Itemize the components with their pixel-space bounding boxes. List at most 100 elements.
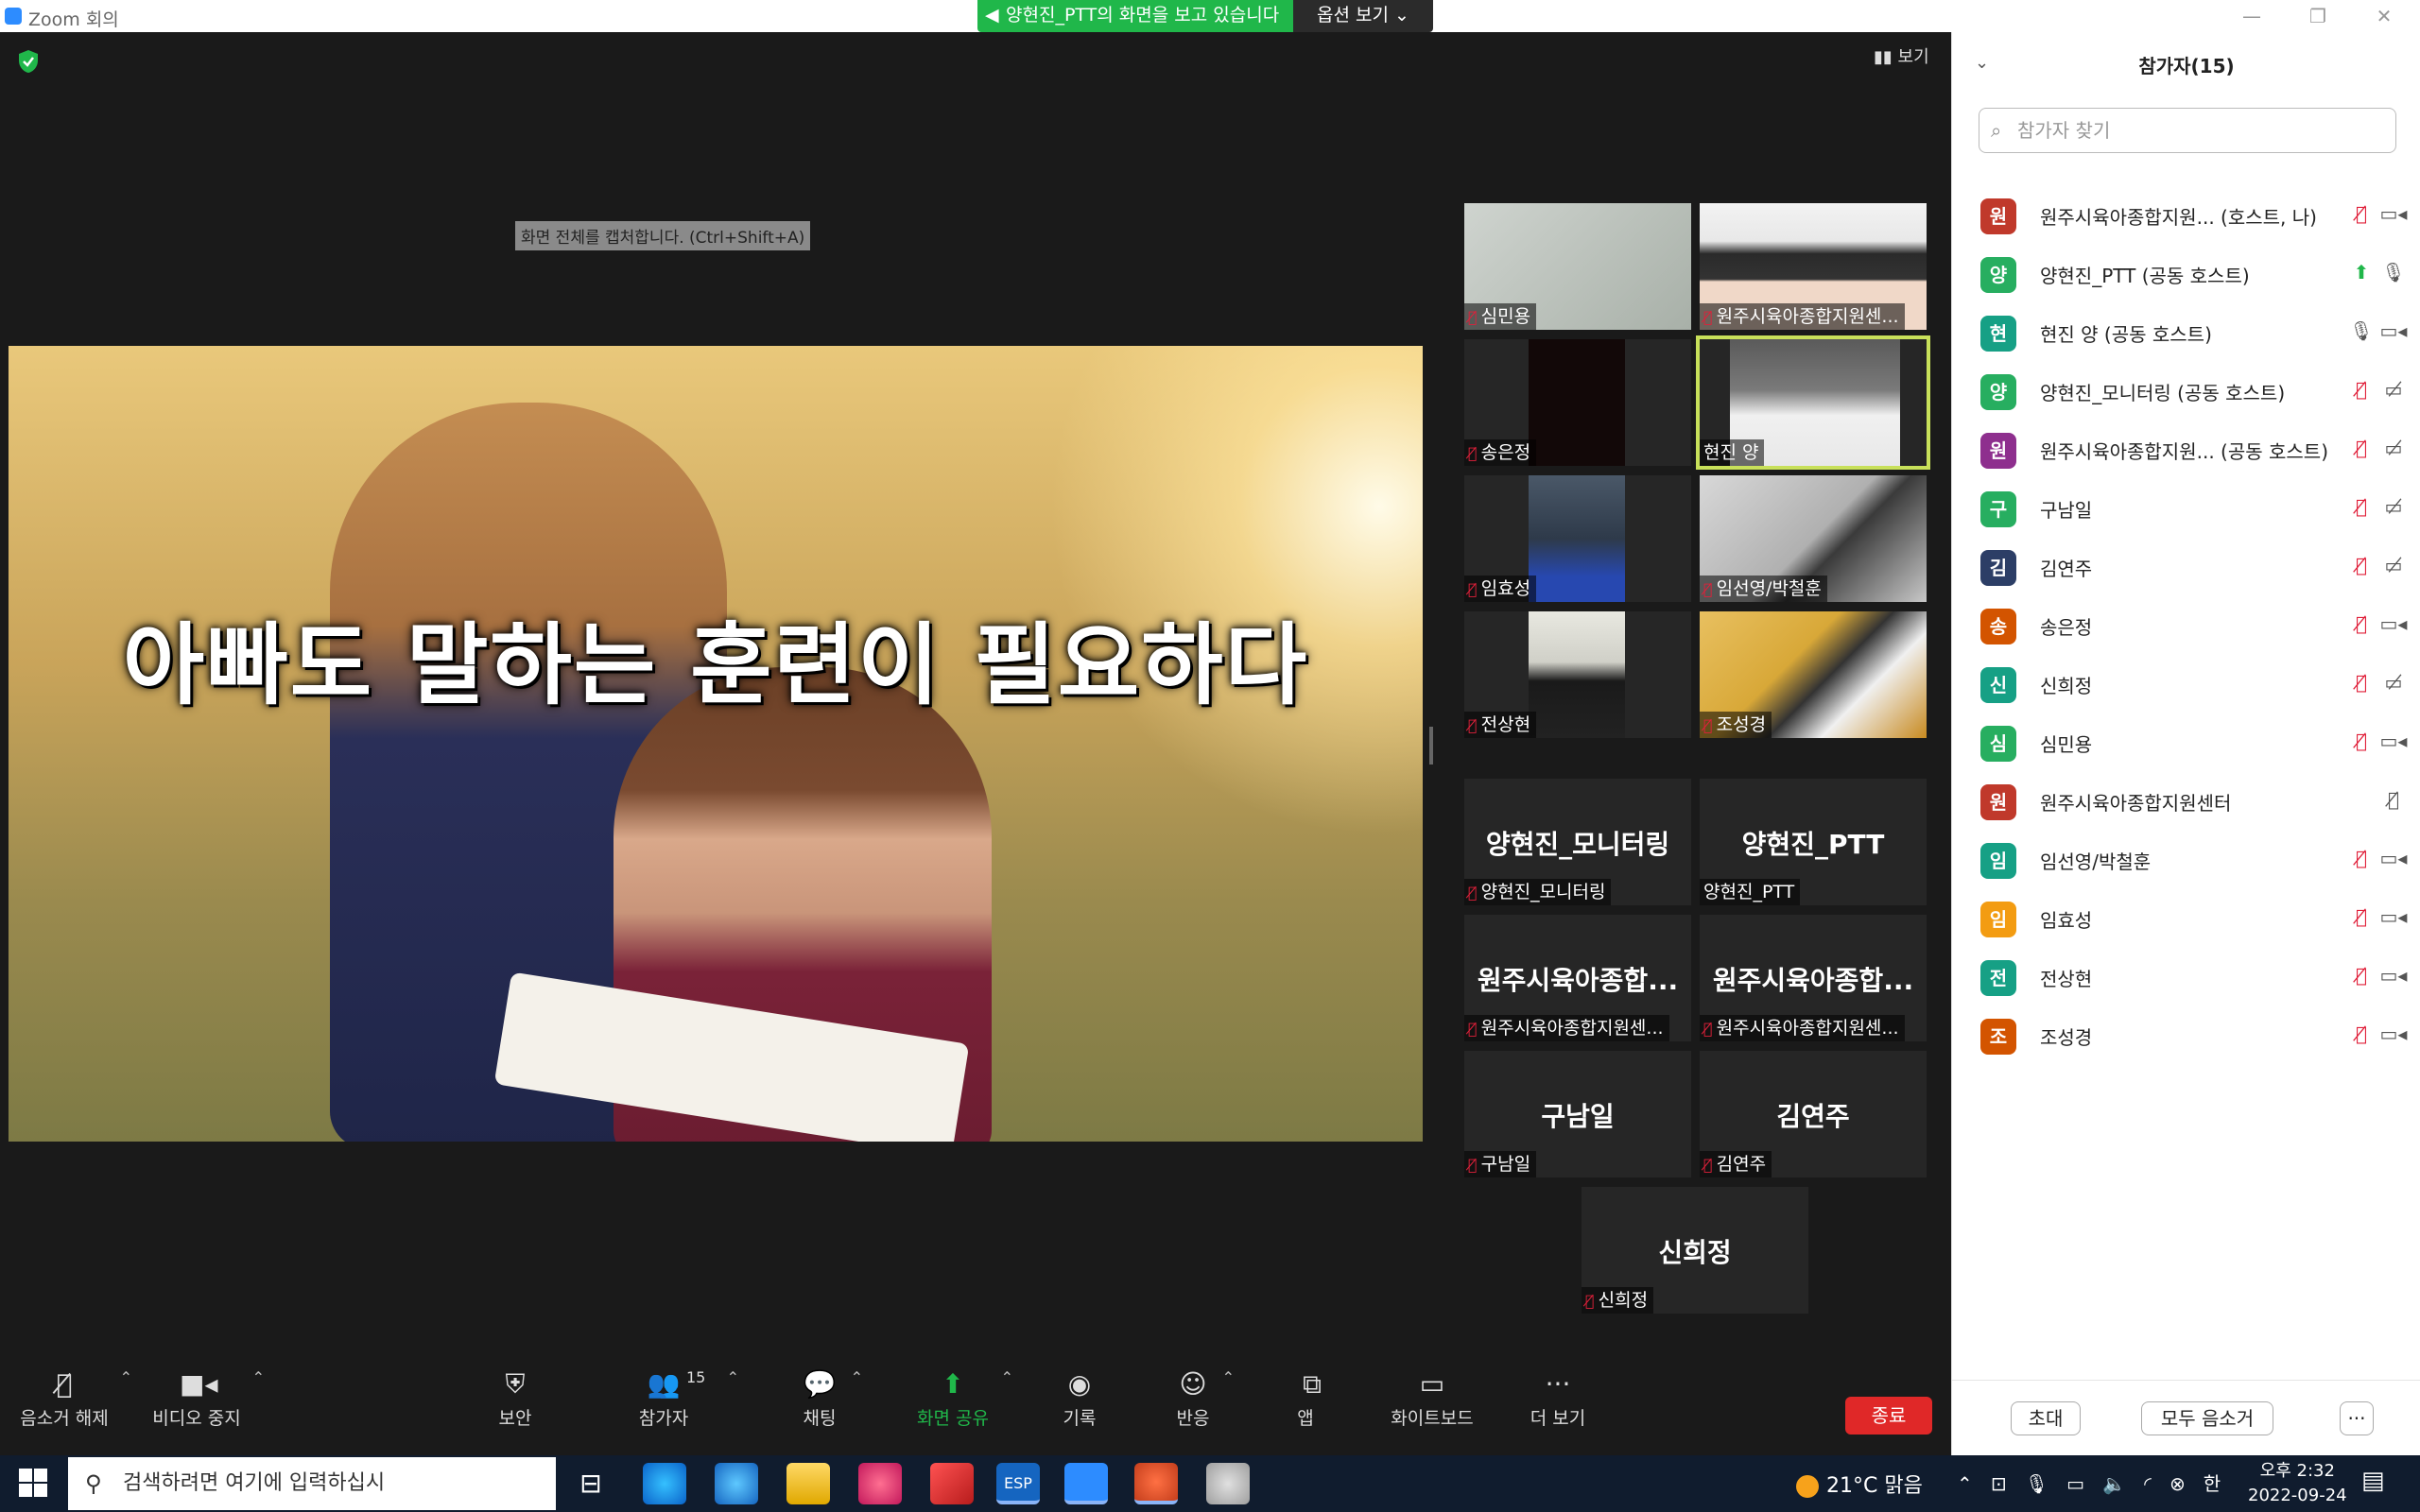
video-tile[interactable]: 🎙̸ 심민용 <box>1464 203 1691 330</box>
participant-row[interactable]: 양 양현진_PTT (공동 호스트) ⬆ 🎙 <box>1971 244 2415 302</box>
view-options-button[interactable]: 옵션 보기 ⌄ <box>1293 0 1433 32</box>
esp-app-icon[interactable]: ESP <box>996 1463 1040 1504</box>
video-tile[interactable]: 원주시육아종합... 🎙̸ 원주시육아종합지원센... <box>1464 915 1691 1041</box>
apps-button[interactable]: ⧉ 앱 <box>1295 1368 1322 1430</box>
video-camera-icon[interactable]: ▭◂ <box>2379 964 2408 987</box>
sync-app-icon[interactable] <box>930 1463 974 1504</box>
mic-icon[interactable]: 🎙 <box>2349 319 2374 342</box>
video-off-icon[interactable]: ▭̸ <box>2379 437 2408 459</box>
network-icon[interactable]: ⊡ <box>1991 1472 2007 1495</box>
video-camera-icon[interactable]: ▭◂ <box>2379 730 2408 752</box>
taskbar-search-input[interactable]: ⚲ 검색하려면 여기에 입력하십시 <box>68 1457 556 1510</box>
video-tile[interactable]: 김연주 🎙̸ 김연주 <box>1700 1051 1927 1177</box>
chevron-up-icon[interactable]: ⌃ <box>120 1368 132 1386</box>
video-tile[interactable]: 🎙̸ 원주시육아종합지원센... <box>1700 203 1927 330</box>
layout-view-button[interactable]: ▮▮ 보기 <box>1874 43 1929 68</box>
video-tile[interactable]: 양현진_PTT 양현진_PTT <box>1700 779 1927 905</box>
end-meeting-button[interactable]: 종료 <box>1845 1397 1932 1435</box>
video-camera-icon[interactable]: ▭◂ <box>2379 319 2408 342</box>
muted-mic-icon[interactable]: 🎙̸ <box>2349 554 2374 576</box>
more-button[interactable]: ··· 더 보기 <box>1530 1368 1586 1430</box>
participant-row[interactable]: 양 양현진_모니터링 (공동 호스트) 🎙̸ ▭̸ <box>1971 361 2415 420</box>
chevron-up-icon[interactable]: ⌃ <box>1222 1368 1235 1386</box>
weather-widget[interactable]: 21°C 맑음 <box>1796 1469 1923 1499</box>
stop-video-button[interactable]: ■◂ 비디오 중지 ⌃ <box>151 1368 265 1430</box>
unmute-button[interactable]: 🎙̸ 음소거 해제 ⌃ <box>19 1368 132 1430</box>
panel-more-button[interactable]: ··· <box>2340 1401 2374 1435</box>
participant-row[interactable]: 송 송은정 🎙̸ ▭◂ <box>1971 595 2415 654</box>
resize-divider-handle[interactable] <box>1429 727 1433 765</box>
file-explorer-icon[interactable] <box>786 1463 830 1504</box>
participant-row[interactable]: 임 임선영/박철훈 🎙̸ ▭◂ <box>1971 830 2415 888</box>
messenger-app-icon[interactable] <box>858 1463 902 1504</box>
video-tile[interactable]: 구남일 🎙̸ 구남일 <box>1464 1051 1691 1177</box>
restore-button[interactable]: ❐ <box>2301 3 2335 29</box>
video-off-icon[interactable]: ▭̸ <box>2379 495 2408 518</box>
chevron-up-icon[interactable]: ⌃ <box>252 1368 265 1386</box>
paint-app-icon[interactable] <box>1206 1463 1250 1504</box>
muted-mic-icon[interactable]: 🎙̸ <box>2349 612 2374 635</box>
zoom-taskbar-icon[interactable] <box>1064 1463 1108 1504</box>
invite-button[interactable]: 초대 <box>2011 1401 2081 1435</box>
reactions-button[interactable]: ☺ 반응 ⌃ <box>1174 1368 1235 1430</box>
participant-row[interactable]: 원 원주시육아종합지원... (호스트, 나) 🎙̸ ▭◂ <box>1971 185 2415 244</box>
video-tile-active-speaker[interactable]: 현진 양 <box>1696 335 1930 470</box>
muted-mic-icon[interactable]: 🎙̸ <box>2349 964 2374 987</box>
muted-mic-icon[interactable]: 🎙̸ <box>2349 847 2374 869</box>
participant-row[interactable]: 원 원주시육아종합지원... (공동 호스트) 🎙̸ ▭̸ <box>1971 420 2415 478</box>
video-off-icon[interactable]: ▭̸ <box>2379 378 2408 401</box>
taskbar-clock[interactable]: 오후 2:32 2022-09-24 <box>2248 1459 2347 1508</box>
mic-tray-icon[interactable]: 🎙 <box>2025 1472 2048 1495</box>
video-tile[interactable]: 원주시육아종합... 🎙̸ 원주시육아종합지원센... <box>1700 915 1927 1041</box>
task-view-icon[interactable]: ⊟ <box>569 1463 613 1504</box>
video-tile[interactable]: 양현진_모니터링 🎙̸ 양현진_모니터링 <box>1464 779 1691 905</box>
video-tile[interactable]: 신희정 🎙̸ 신희정 <box>1582 1187 1808 1314</box>
system-tray[interactable]: ⌃ ⊡ 🎙 ▭ 🔈 ◜ ⊗ 한 <box>1957 1469 2221 1496</box>
muted-mic-icon[interactable]: 🎙̸ <box>2349 671 2374 694</box>
participant-row[interactable]: 심 심민용 🎙̸ ▭◂ <box>1971 713 2415 771</box>
chevron-up-icon[interactable]: ⌃ <box>1001 1368 1013 1386</box>
muted-mic-icon[interactable]: 🎙̸ <box>2349 495 2374 518</box>
muted-mic-icon[interactable]: 🎙̸ <box>2349 378 2374 401</box>
battery-icon[interactable]: ▭ <box>2066 1472 2084 1495</box>
video-camera-icon[interactable]: ▭◂ <box>2379 202 2408 225</box>
volume-icon[interactable]: 🔈 <box>2102 1472 2126 1495</box>
participant-row[interactable]: 전 전상현 🎙̸ ▭◂ <box>1971 947 2415 1005</box>
sharing-screen-icon[interactable]: ⬆ <box>2349 261 2374 284</box>
encryption-shield-icon[interactable] <box>17 49 40 74</box>
chevron-up-icon[interactable]: ⌃ <box>851 1368 863 1386</box>
chevron-up-icon[interactable]: ⌃ <box>1957 1472 1973 1495</box>
video-camera-icon[interactable]: ▭◂ <box>2379 847 2408 869</box>
share-screen-button[interactable]: ⬆ 화면 공유 ⌃ <box>915 1368 1013 1430</box>
participant-row[interactable]: 임 임효성 🎙̸ ▭◂ <box>1971 888 2415 947</box>
participant-row[interactable]: 현 현진 양 (공동 호스트) 🎙 ▭◂ <box>1971 302 2415 361</box>
whiteboard-button[interactable]: ▭ 화이트보드 <box>1388 1368 1477 1430</box>
participant-row[interactable]: 조 조성경 🎙̸ ▭◂ <box>1971 1005 2415 1064</box>
video-tile[interactable]: 🎙̸ 임선영/박철훈 <box>1700 475 1927 602</box>
minimize-button[interactable]: — <box>2235 3 2269 29</box>
video-tile[interactable]: 🎙̸ 송은정 <box>1464 339 1691 466</box>
muted-mic-icon[interactable]: 🎙̸ <box>2349 437 2374 459</box>
video-off-icon[interactable]: ▭̸ <box>2379 554 2408 576</box>
participant-row[interactable]: 원 원주시육아종합지원센터 🎙̸ <box>1971 771 2415 830</box>
video-off-icon[interactable]: ▭̸ <box>2379 671 2408 694</box>
record-button[interactable]: ◉ 기록 <box>1061 1368 1098 1430</box>
mic-icon[interactable]: 🎙 <box>2379 261 2408 284</box>
chat-button[interactable]: 💬 채팅 ⌃ <box>799 1368 863 1430</box>
muted-mic-icon[interactable]: 🎙̸ <box>2349 202 2374 225</box>
notification-icon[interactable]: ▤ <box>2361 1467 2385 1495</box>
close-button[interactable]: ✕ <box>2367 3 2401 29</box>
participant-row[interactable]: 구 구남일 🎙̸ ▭̸ <box>1971 478 2415 537</box>
mute-all-button[interactable]: 모두 음소거 <box>2141 1401 2273 1435</box>
video-tile[interactable]: 🎙̸ 조성경 <box>1700 611 1927 738</box>
muted-mic-icon[interactable]: 🎙̸ <box>2349 905 2374 928</box>
participant-row[interactable]: 신 신희정 🎙̸ ▭̸ <box>1971 654 2415 713</box>
close-circle-icon[interactable]: ⊗ <box>2169 1472 2186 1495</box>
chevron-up-icon[interactable]: ⌃ <box>727 1368 739 1386</box>
wifi-icon[interactable]: ◜ <box>2144 1472 2152 1495</box>
windows-start-icon[interactable] <box>19 1469 47 1497</box>
edge-browser-icon[interactable] <box>643 1463 686 1504</box>
ime-indicator[interactable]: 한 <box>2204 1472 2221 1495</box>
video-camera-icon[interactable]: ▭◂ <box>2379 905 2408 928</box>
video-tile[interactable]: 🎙̸ 전상현 <box>1464 611 1691 738</box>
